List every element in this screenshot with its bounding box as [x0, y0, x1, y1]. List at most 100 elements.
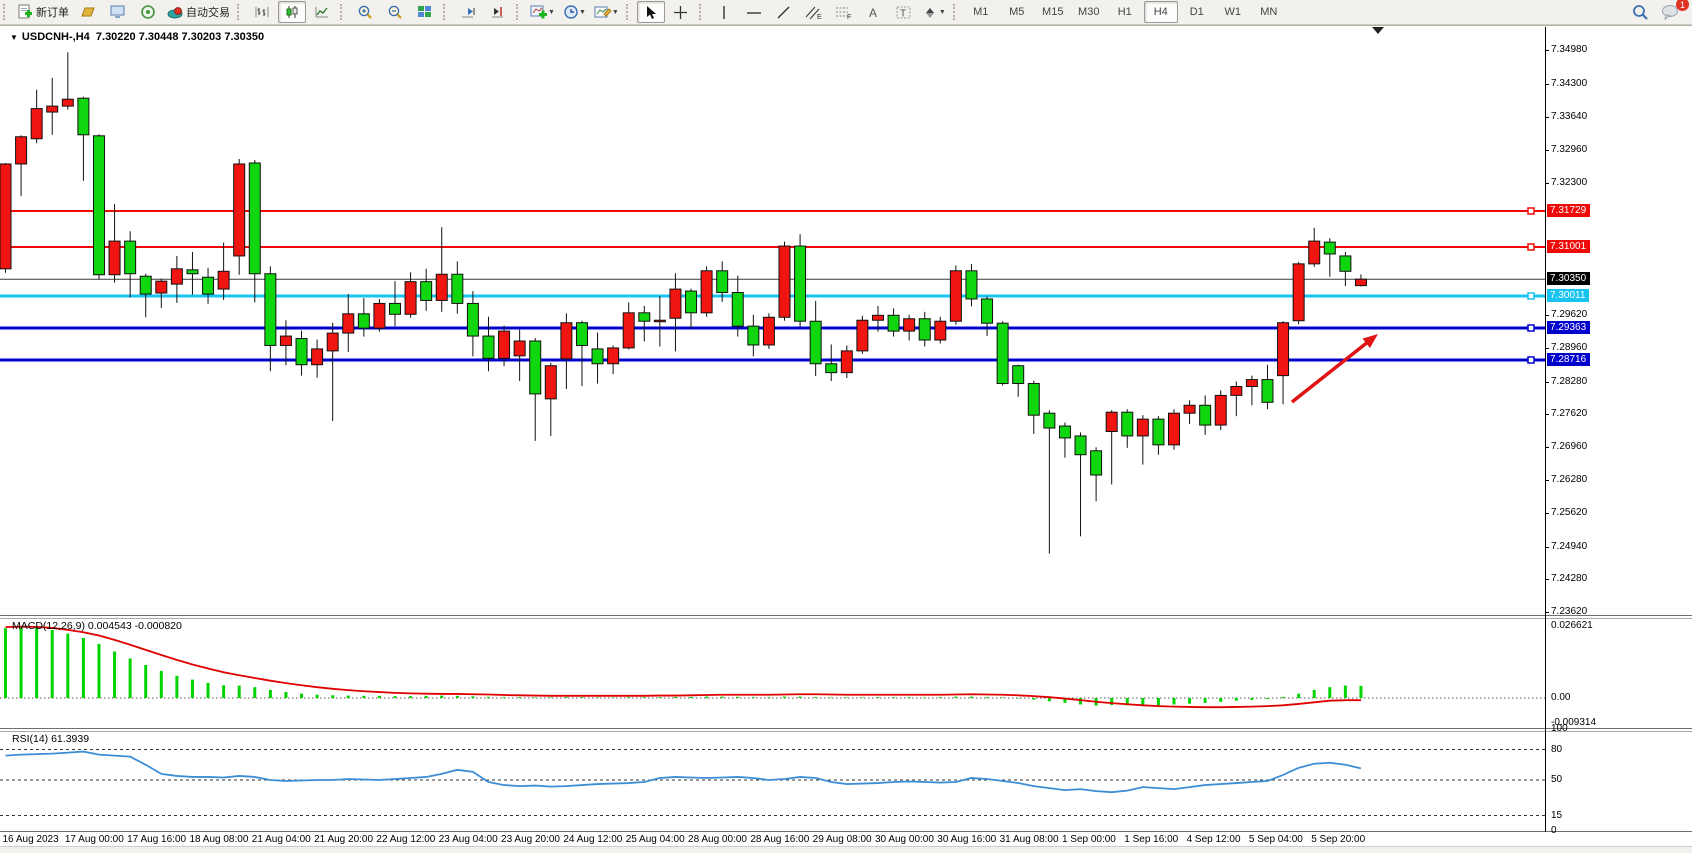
horizontal-line-tool-button[interactable] — [740, 1, 768, 23]
price-tick-label: 7.27620 — [1551, 408, 1587, 419]
chart-window: ▼USDCNH-,H4 7.30220 7.30448 7.30203 7.30… — [0, 25, 1692, 847]
price-line-handle[interactable] — [1528, 244, 1534, 250]
text-label-tool-button[interactable]: T — [890, 1, 918, 23]
rsi-axis-label: 80 — [1551, 744, 1562, 755]
toolbar-grip — [237, 4, 244, 20]
timeframe-button-m1[interactable]: M1 — [964, 1, 998, 23]
text-icon: A — [867, 5, 880, 20]
candle — [935, 321, 946, 340]
candle — [623, 313, 634, 348]
candle — [405, 282, 416, 315]
crosshair-tool-button[interactable] — [667, 1, 695, 23]
time-axis-label: 22 Aug 12:00 — [376, 834, 435, 845]
equidistant-channel-tool-button[interactable]: E — [800, 1, 828, 23]
price-line-handle[interactable] — [1528, 325, 1534, 331]
candle — [16, 137, 27, 164]
notifications-button[interactable]: 1 — [1656, 1, 1684, 23]
auto-trading-button[interactable]: 自动交易 — [164, 1, 233, 23]
timeframe-button-d1[interactable]: D1 — [1180, 1, 1214, 23]
price-line-handle[interactable] — [1528, 357, 1534, 363]
search-button[interactable] — [1626, 1, 1654, 23]
macd-indicator-label: MACD(12,26,9) 0.004543 -0.000820 — [12, 620, 182, 632]
new-order-button[interactable]: 新订单 — [14, 1, 72, 23]
cursor-icon — [644, 5, 658, 20]
candle — [639, 313, 650, 321]
candle — [1355, 279, 1366, 285]
timeframe-button-m5[interactable]: M5 — [1000, 1, 1034, 23]
candle — [1059, 426, 1070, 438]
price-tick-label: 7.24280 — [1551, 573, 1587, 584]
candle — [997, 323, 1008, 383]
rsi-axis-label: 0 — [1551, 825, 1557, 836]
candle — [343, 314, 354, 333]
toolbar-grip — [699, 4, 706, 20]
candle — [109, 241, 120, 275]
candle — [1215, 395, 1226, 425]
toolbar-grip — [626, 4, 633, 20]
price-tick-label: 7.26280 — [1551, 474, 1587, 485]
chart-canvas[interactable] — [0, 26, 1692, 847]
auto-trading-label: 自动交易 — [186, 4, 230, 20]
candle — [203, 277, 214, 294]
monitor-icon — [110, 5, 126, 19]
chart-dropdown-icon[interactable]: ▼ — [10, 33, 18, 42]
candlestick-mode-button[interactable] — [278, 1, 306, 23]
candle — [265, 274, 276, 346]
chart-shift-marker[interactable] — [1372, 27, 1384, 34]
chart-shift-button[interactable] — [484, 1, 512, 23]
dropdown-caret-icon: ▼ — [548, 9, 555, 16]
time-axis-label: 30 Aug 00:00 — [875, 834, 934, 845]
zoom-in-button[interactable] — [351, 1, 379, 23]
new-order-label: 新订单 — [36, 4, 69, 20]
text-tool-button[interactable]: A — [860, 1, 888, 23]
price-tick-mark — [1545, 84, 1549, 85]
indicators-icon — [530, 5, 548, 20]
arrows-tool-button[interactable]: ▼ — [920, 1, 949, 23]
trendline-tool-button[interactable] — [770, 1, 798, 23]
price-line-handle[interactable] — [1528, 208, 1534, 214]
timeframe-button-h1[interactable]: H1 — [1108, 1, 1142, 23]
svg-text:A: A — [869, 6, 877, 20]
candle — [950, 271, 961, 321]
time-axis-label: 4 Sep 12:00 — [1187, 834, 1241, 845]
candle — [171, 269, 182, 284]
templates-button[interactable]: ▼ — [591, 1, 622, 23]
up-trend-arrow[interactable] — [1292, 342, 1368, 402]
candle — [779, 246, 790, 317]
candle — [1231, 386, 1242, 395]
fibonacci-tool-button[interactable]: F — [830, 1, 858, 23]
rsi-axis-label: 15 — [1551, 810, 1562, 821]
zoom-out-button[interactable] — [381, 1, 409, 23]
price-tick-mark — [1545, 480, 1549, 481]
candle — [1324, 242, 1335, 254]
price-tick-label: 7.28960 — [1551, 342, 1587, 353]
price-tag: 7.28716 — [1547, 353, 1590, 366]
profiles-button[interactable] — [74, 1, 102, 23]
timeframe-button-w1[interactable]: W1 — [1216, 1, 1250, 23]
candle — [1340, 256, 1351, 271]
timeframe-button-h4[interactable]: H4 — [1144, 1, 1178, 23]
price-tick-label: 7.34300 — [1551, 78, 1587, 89]
price-line-handle[interactable] — [1528, 293, 1534, 299]
line-chart-mode-button[interactable] — [308, 1, 336, 23]
zoom-out-icon — [387, 5, 403, 20]
timeframe-button-mn[interactable]: MN — [1252, 1, 1286, 23]
candle — [327, 333, 338, 351]
candle — [0, 164, 11, 269]
vertical-line-tool-button[interactable] — [710, 1, 738, 23]
cursor-tool-button[interactable] — [637, 1, 665, 23]
bar-chart-mode-button[interactable] — [248, 1, 276, 23]
timeframe-button-m30[interactable]: M30 — [1072, 1, 1106, 23]
auto-scroll-button[interactable] — [454, 1, 482, 23]
indicators-button[interactable]: ▼ — [527, 1, 558, 23]
candle — [1106, 412, 1117, 431]
price-tick-label: 7.33640 — [1551, 111, 1587, 122]
market-watch-button[interactable] — [104, 1, 132, 23]
price-tick-mark — [1545, 447, 1549, 448]
candle — [1293, 264, 1304, 321]
signals-button[interactable] — [134, 1, 162, 23]
tile-windows-button[interactable] — [411, 1, 439, 23]
timeframe-button-m15[interactable]: M15 — [1036, 1, 1070, 23]
candle — [857, 320, 868, 351]
period-button[interactable]: ▼ — [560, 1, 589, 23]
